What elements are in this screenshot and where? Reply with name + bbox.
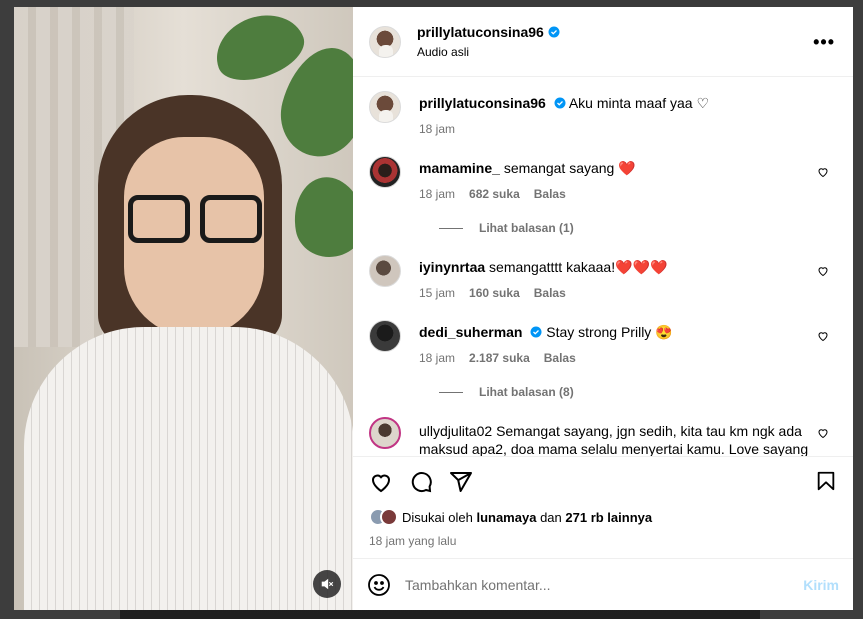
likes-middle: dan	[540, 509, 562, 525]
reply-button[interactable]: Balas	[534, 187, 566, 201]
view-replies-button[interactable]: Lihat balasan (1)	[439, 221, 837, 235]
like-icon[interactable]	[369, 470, 393, 494]
caption-row: prillylatuconsina96 Aku minta maaf yaa ♡…	[369, 91, 837, 136]
comment-likes[interactable]: 682 suka	[469, 187, 520, 201]
comment-like-icon[interactable]	[817, 427, 829, 439]
caption-username[interactable]: prillylatuconsina96	[419, 95, 546, 111]
likes-prefix: Disukai oleh	[402, 509, 473, 525]
video-player[interactable]	[14, 7, 353, 610]
likes-summary: Disukai oleh lunamaya dan 271 rb lainnya	[353, 506, 853, 528]
comment-time[interactable]: 18 jam	[419, 351, 455, 365]
comment-item: ullydjulita02 Semangat sayang, jgn sedih…	[369, 417, 837, 456]
comment-avatar[interactable]	[369, 320, 401, 352]
comment-like-icon[interactable]	[817, 330, 829, 342]
post-time[interactable]: 18 jam yang lalu	[353, 528, 853, 558]
comment-username[interactable]: iyinynrtaa	[419, 259, 485, 275]
comment-username[interactable]: mamamine_	[419, 160, 500, 176]
comment-item: mamamine_ semangat sayang ❤️ 18 jam 682 …	[369, 156, 837, 201]
comment-time[interactable]: 18 jam	[419, 187, 455, 201]
comment-text: semangat sayang ❤️	[503, 160, 636, 176]
mute-icon	[321, 578, 334, 590]
post-actions	[353, 456, 853, 506]
comment-like-icon[interactable]	[817, 166, 829, 178]
liker-avatar[interactable]	[380, 508, 398, 526]
comment-avatar[interactable]	[369, 417, 401, 449]
comment-time[interactable]: 15 jam	[419, 286, 455, 300]
add-comment-bar: Kirim	[353, 558, 853, 610]
author-avatar[interactable]	[369, 25, 401, 58]
caption-avatar[interactable]	[369, 91, 401, 123]
post-header: prillylatuconsina96 Audio asli •••	[353, 7, 853, 77]
comment-input[interactable]	[405, 576, 804, 593]
comment-likes[interactable]: 160 suka	[469, 286, 520, 300]
view-replies-label: Lihat balasan (8)	[479, 385, 574, 399]
video-person-shirt	[24, 327, 353, 610]
share-icon[interactable]	[449, 470, 473, 494]
mute-button[interactable]	[313, 570, 341, 598]
verified-icon	[548, 26, 560, 38]
audio-label[interactable]: Audio asli	[417, 45, 560, 59]
author-username[interactable]: prillylatuconsina96	[417, 24, 544, 40]
comment-item: dedi_suherman Stay strong Prilly 😍 18 ja…	[369, 320, 837, 365]
comment-like-icon[interactable]	[817, 265, 829, 277]
post-modal: prillylatuconsina96 Audio asli ••• prill…	[14, 7, 853, 610]
emoji-icon[interactable]	[367, 573, 391, 597]
comment-text: Stay strong Prilly 😍	[546, 324, 673, 340]
comment-icon[interactable]	[409, 470, 433, 494]
comment-avatar[interactable]	[369, 156, 401, 188]
likes-count[interactable]: 271 rb lainnya	[565, 510, 652, 525]
more-options-button[interactable]: •••	[813, 32, 835, 53]
more-icon: •••	[813, 32, 835, 52]
video-person-glasses	[124, 195, 264, 245]
liker-username[interactable]: lunamaya	[476, 510, 536, 525]
reply-button[interactable]: Balas	[534, 286, 566, 300]
comment-avatar[interactable]	[369, 255, 401, 287]
view-replies-label: Lihat balasan (1)	[479, 221, 574, 235]
verified-icon	[530, 326, 542, 338]
comment-text: semangatttt kakaaa!❤️❤️❤️	[489, 259, 668, 275]
verified-icon	[554, 97, 566, 109]
comment-username[interactable]: ullydjulita02	[419, 423, 492, 439]
reply-button[interactable]: Balas	[544, 351, 576, 365]
comment-username[interactable]: dedi_suherman	[419, 324, 522, 340]
send-comment-button[interactable]: Kirim	[803, 577, 839, 593]
post-side-panel: prillylatuconsina96 Audio asli ••• prill…	[353, 7, 853, 610]
comment-item: iyinynrtaa semangatttt kakaaa!❤️❤️❤️ 15 …	[369, 255, 837, 300]
comment-likes[interactable]: 2.187 suka	[469, 351, 530, 365]
save-icon[interactable]	[815, 470, 837, 492]
caption-time[interactable]: 18 jam	[419, 122, 455, 136]
view-replies-button[interactable]: Lihat balasan (8)	[439, 385, 837, 399]
comments-list[interactable]: prillylatuconsina96 Aku minta maaf yaa ♡…	[353, 77, 853, 456]
caption-text: Aku minta maaf yaa ♡	[568, 95, 710, 111]
